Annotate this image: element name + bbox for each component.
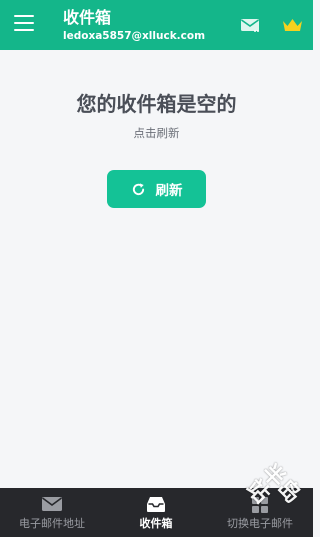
bottom-navigation: 电子邮件地址 收件箱 切换电子邮件 xyxy=(0,488,313,537)
refresh-icon xyxy=(132,182,144,195)
inbox-icon xyxy=(147,497,165,512)
crown-icon[interactable] xyxy=(282,17,303,33)
nav-label-email-address: 电子邮件地址 xyxy=(19,517,85,530)
menu-icon[interactable] xyxy=(14,15,34,33)
nav-label-switch-email: 切换电子邮件 xyxy=(227,517,293,530)
page-title: 收件箱 xyxy=(63,8,112,27)
mail-icon xyxy=(42,497,62,511)
empty-inbox-title: 您的收件箱是空的 xyxy=(76,92,237,116)
grid-icon xyxy=(252,497,268,513)
mail-check-icon[interactable] xyxy=(240,17,262,34)
nav-item-email-address[interactable]: 电子邮件地址 xyxy=(0,488,104,537)
refresh-label: 刷新 xyxy=(155,183,183,199)
refresh-button[interactable]: 刷新 xyxy=(107,170,206,208)
nav-label-inbox: 收件箱 xyxy=(139,517,173,530)
empty-inbox-hint: 点击刷新 xyxy=(133,126,180,140)
nav-item-switch-email[interactable]: 切换电子邮件 xyxy=(208,488,312,537)
nav-item-inbox[interactable]: 收件箱 xyxy=(104,488,208,537)
app-bar: 收件箱 ledoxa5857@xlluck.com xyxy=(0,0,313,50)
email-address: ledoxa5857@xlluck.com xyxy=(63,30,206,42)
